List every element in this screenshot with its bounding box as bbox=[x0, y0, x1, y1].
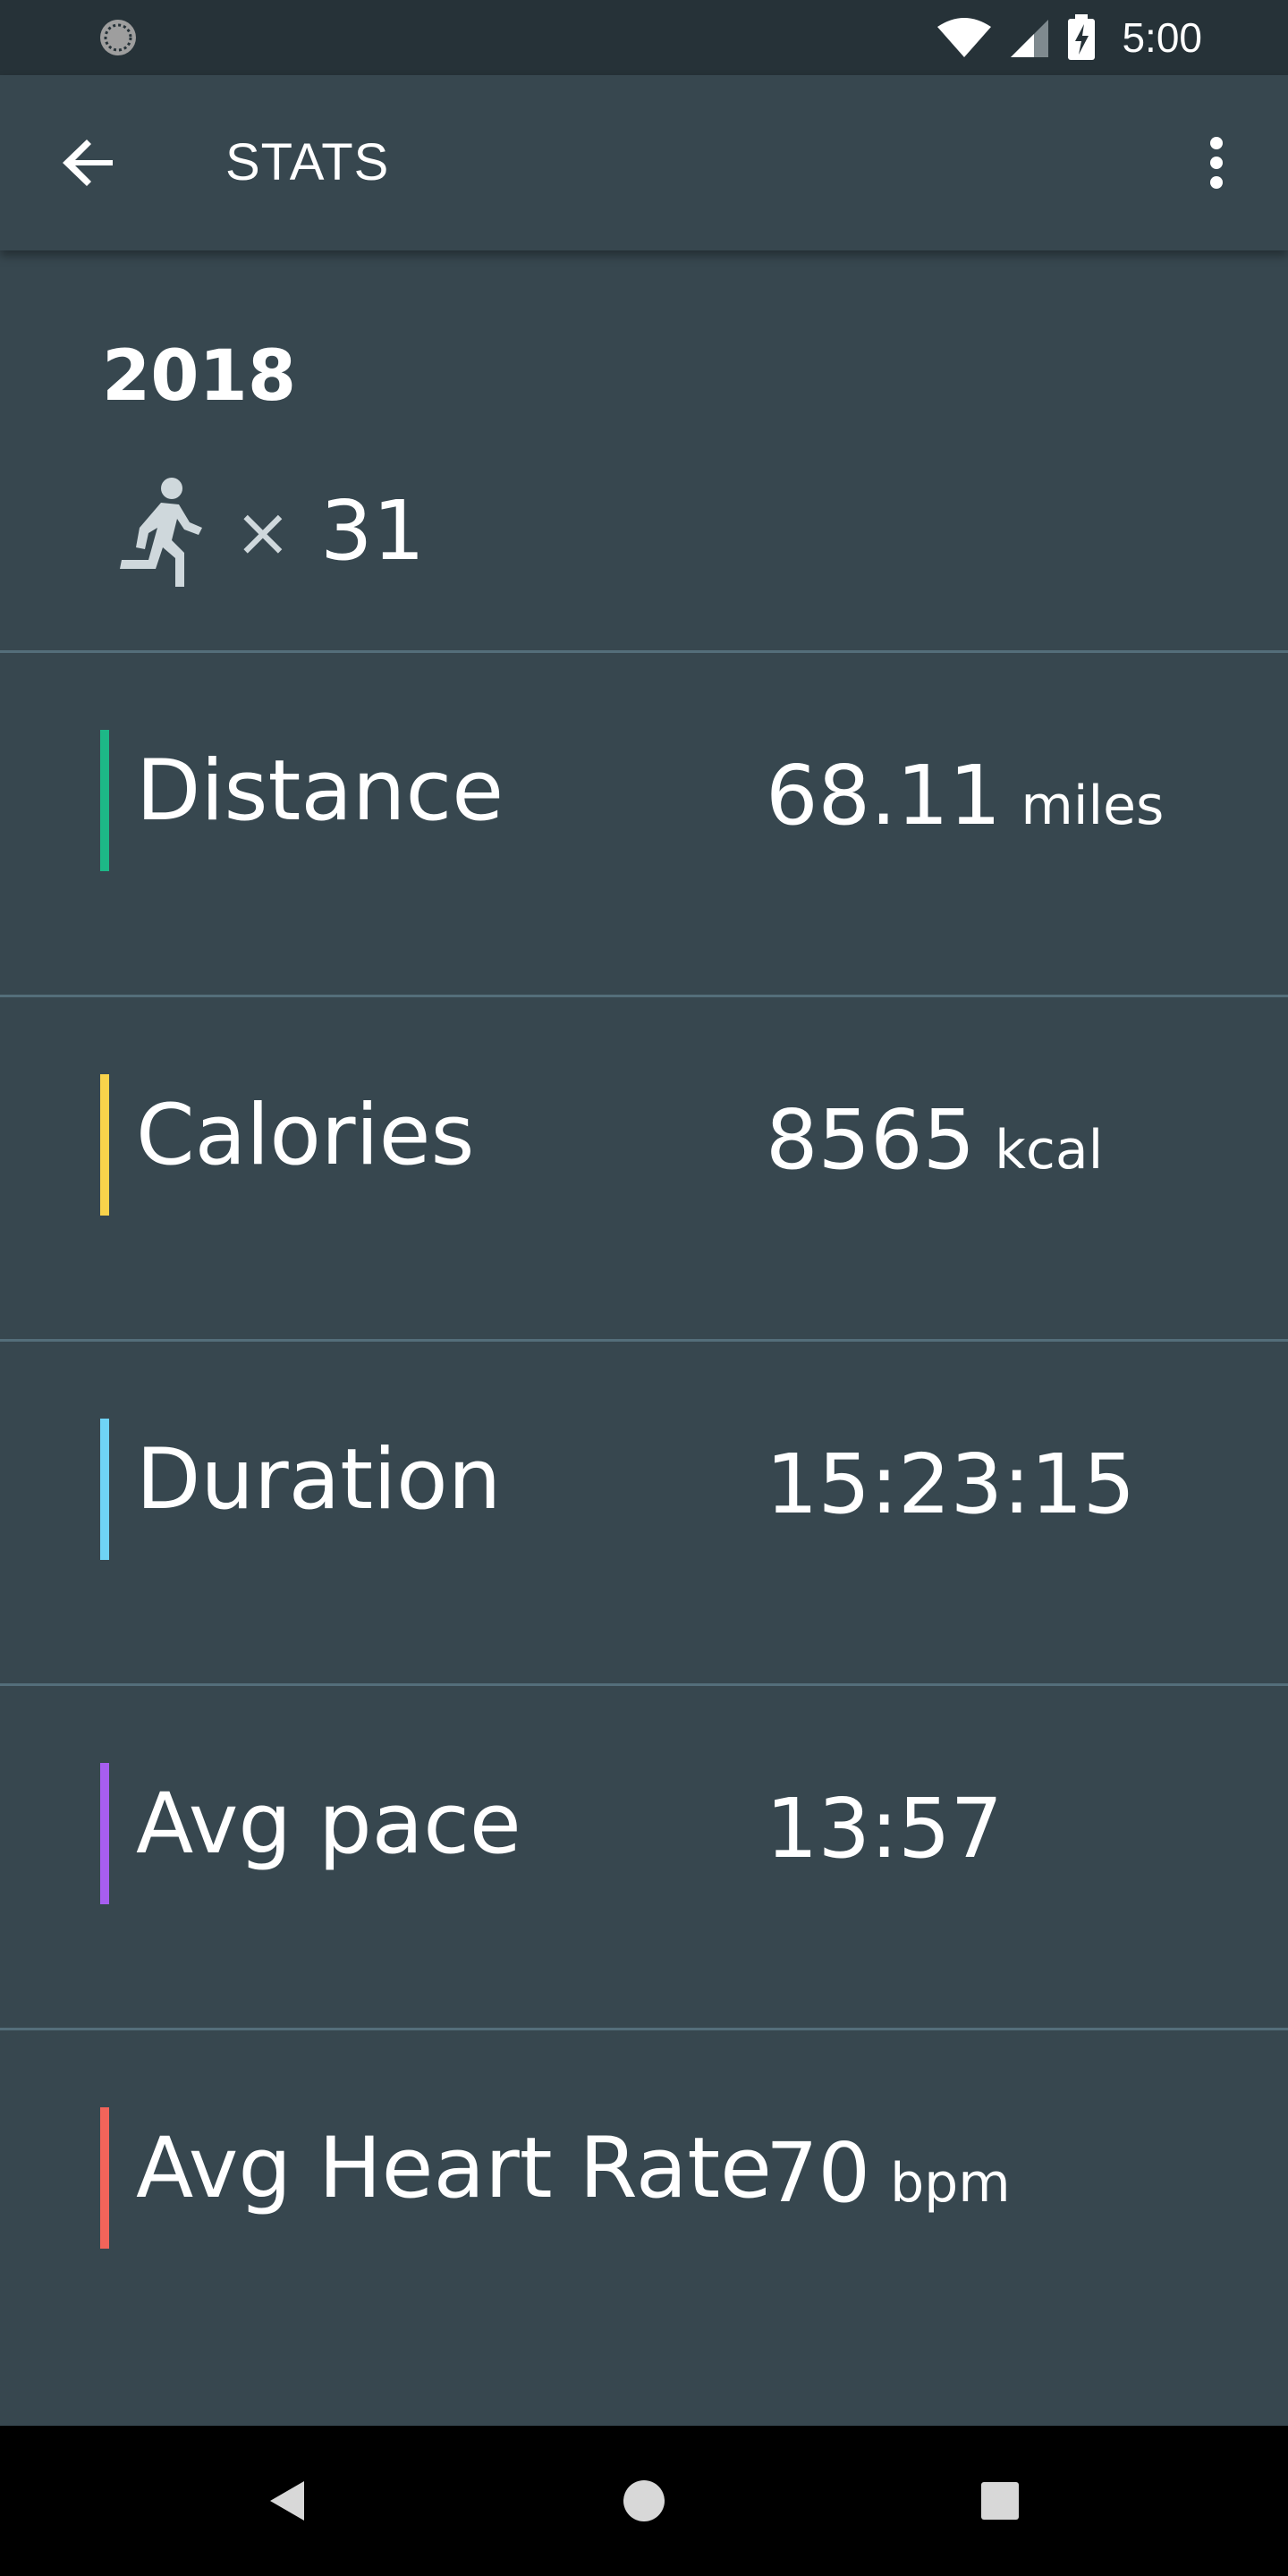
stat-row-calories: Calories 8565 kcal bbox=[0, 997, 1288, 1341]
stat-label: Avg pace bbox=[136, 1775, 521, 1873]
home-circle-icon[interactable] bbox=[608, 2465, 680, 2537]
stat-unit: miles bbox=[1021, 775, 1165, 837]
stat-color-bar bbox=[100, 1763, 109, 1904]
stat-value: 15:23:15 bbox=[766, 1436, 1135, 1532]
battery-charging-icon bbox=[1068, 14, 1096, 60]
stat-color-bar bbox=[100, 730, 109, 871]
system-nav-bar bbox=[0, 2426, 1288, 2576]
app-bar: STATS bbox=[0, 75, 1288, 250]
notification-icon bbox=[100, 20, 136, 55]
stat-row-distance: Distance 68.11 miles bbox=[0, 653, 1288, 996]
stat-value: 8565 kcal bbox=[766, 1092, 1103, 1188]
arrow-back-icon[interactable] bbox=[57, 131, 122, 195]
stat-label: Avg Heart Rate bbox=[136, 2120, 773, 2217]
stat-number: 15:23:15 bbox=[766, 1436, 1136, 1532]
stat-number: 8565 bbox=[766, 1092, 976, 1188]
stats-screen: 5:00 STATS 2018 × 31 Distance 68.11 miles bbox=[0, 0, 1288, 2576]
year-summary: 2018 × 31 bbox=[0, 250, 1288, 651]
more-vert-icon[interactable] bbox=[1181, 127, 1252, 199]
stat-row-avg-heart-rate: Avg Heart Rate 70 bpm bbox=[0, 2030, 1288, 2374]
year-label: 2018 bbox=[102, 336, 297, 417]
recents-square-icon[interactable] bbox=[964, 2465, 1036, 2537]
wifi-icon bbox=[937, 18, 992, 57]
running-icon bbox=[120, 478, 202, 587]
stat-number: 68.11 bbox=[766, 748, 1002, 843]
cell-signal-icon bbox=[1011, 20, 1049, 57]
stat-unit: bpm bbox=[890, 2152, 1011, 2215]
stat-row-duration: Duration 15:23:15 bbox=[0, 1342, 1288, 1685]
stat-value: 70 bpm bbox=[766, 2125, 1011, 2221]
stat-label: Distance bbox=[136, 742, 504, 840]
stat-value: 68.11 miles bbox=[766, 748, 1164, 843]
stat-number: 70 bbox=[766, 2125, 871, 2221]
activity-count: 31 bbox=[320, 483, 426, 579]
stat-unit: kcal bbox=[995, 1119, 1104, 1182]
stat-number: 13:57 bbox=[766, 1781, 1004, 1877]
back-triangle-icon[interactable] bbox=[250, 2465, 322, 2537]
times-sign: × bbox=[234, 492, 292, 572]
stat-row-avg-pace: Avg pace 13:57 bbox=[0, 1686, 1288, 2029]
stat-value: 13:57 bbox=[766, 1781, 1003, 1877]
stat-color-bar bbox=[100, 1074, 109, 1216]
stat-color-bar bbox=[100, 2107, 109, 2249]
stat-label: Calories bbox=[136, 1087, 475, 1184]
status-bar: 5:00 bbox=[0, 0, 1288, 75]
status-time: 5:00 bbox=[1122, 14, 1202, 61]
status-icons: 5:00 bbox=[936, 0, 1202, 75]
stat-label: Duration bbox=[136, 1431, 502, 1529]
page-title: STATS bbox=[225, 133, 390, 191]
stat-color-bar bbox=[100, 1419, 109, 1560]
